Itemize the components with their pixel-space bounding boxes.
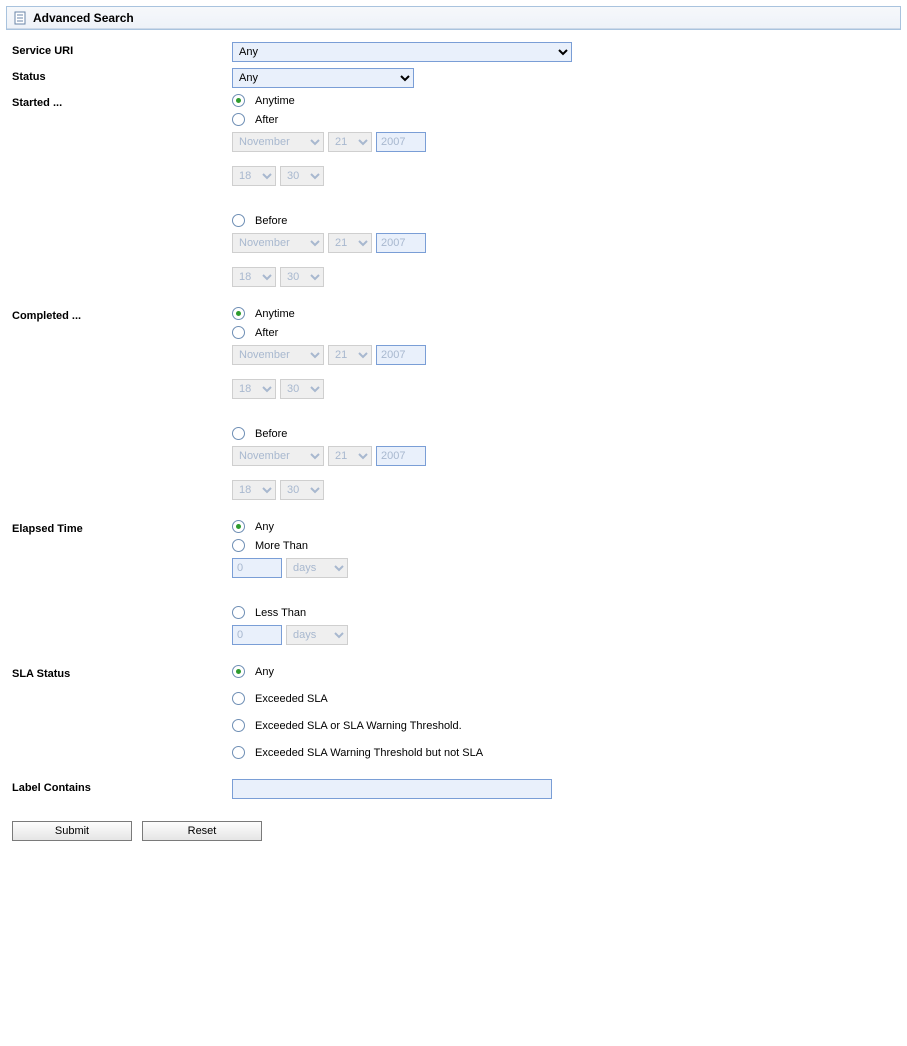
- started-after-hour[interactable]: 18: [232, 166, 276, 186]
- completed-before-label: Before: [255, 428, 287, 440]
- label-status: Status: [12, 68, 232, 83]
- completed-after-hour[interactable]: 18: [232, 379, 276, 399]
- started-after-month[interactable]: November: [232, 132, 324, 152]
- elapsed-more-unit[interactable]: days: [286, 558, 348, 578]
- sla-any-radio[interactable]: [232, 665, 245, 678]
- started-after-radio[interactable]: [232, 113, 245, 126]
- elapsed-less-radio[interactable]: [232, 606, 245, 619]
- sla-warn-not-sla-radio[interactable]: [232, 746, 245, 759]
- label-contains-input[interactable]: [232, 779, 552, 799]
- completed-before-minute[interactable]: 30: [280, 480, 324, 500]
- label-elapsed: Elapsed Time: [12, 520, 232, 535]
- label-started: Started ...: [12, 94, 232, 109]
- completed-before-radio[interactable]: [232, 427, 245, 440]
- completed-after-month[interactable]: November: [232, 345, 324, 365]
- completed-after-label: After: [255, 327, 278, 339]
- panel-header: Advanced Search: [7, 7, 900, 29]
- completed-before-hour[interactable]: 18: [232, 480, 276, 500]
- sla-warn-not-sla-label: Exceeded SLA Warning Threshold but not S…: [255, 747, 483, 759]
- started-after-minute[interactable]: 30: [280, 166, 324, 186]
- completed-before-month[interactable]: November: [232, 446, 324, 466]
- elapsed-less-unit[interactable]: days: [286, 625, 348, 645]
- started-before-day[interactable]: 21: [328, 233, 372, 253]
- elapsed-any-radio[interactable]: [232, 520, 245, 533]
- completed-before-day[interactable]: 21: [328, 446, 372, 466]
- started-after-label: After: [255, 114, 278, 126]
- started-before-year[interactable]: [376, 233, 426, 253]
- elapsed-more-label: More Than: [255, 540, 308, 552]
- elapsed-any-label: Any: [255, 521, 274, 533]
- started-anytime-radio[interactable]: [232, 94, 245, 107]
- label-completed: Completed ...: [12, 307, 232, 322]
- elapsed-less-label: Less Than: [255, 607, 306, 619]
- search-form-icon: [13, 11, 27, 25]
- advanced-search-panel: Advanced Search: [6, 6, 901, 30]
- label-label-contains: Label Contains: [12, 779, 232, 794]
- elapsed-more-radio[interactable]: [232, 539, 245, 552]
- completed-after-radio[interactable]: [232, 326, 245, 339]
- reset-button[interactable]: Reset: [142, 821, 262, 841]
- submit-button[interactable]: Submit: [12, 821, 132, 841]
- panel-title: Advanced Search: [33, 11, 134, 25]
- started-before-minute[interactable]: 30: [280, 267, 324, 287]
- elapsed-less-value[interactable]: [232, 625, 282, 645]
- started-after-day[interactable]: 21: [328, 132, 372, 152]
- sla-exceeded-label: Exceeded SLA: [255, 693, 328, 705]
- completed-after-day[interactable]: 21: [328, 345, 372, 365]
- elapsed-more-value[interactable]: [232, 558, 282, 578]
- sla-exceeded-radio[interactable]: [232, 692, 245, 705]
- started-before-hour[interactable]: 18: [232, 267, 276, 287]
- started-before-radio[interactable]: [232, 214, 245, 227]
- started-anytime-label: Anytime: [255, 95, 295, 107]
- search-form: Service URI Any Status Any Started ... A…: [6, 30, 901, 845]
- completed-anytime-radio[interactable]: [232, 307, 245, 320]
- sla-exceeded-or-warn-label: Exceeded SLA or SLA Warning Threshold.: [255, 720, 462, 732]
- status-select[interactable]: Any: [232, 68, 414, 88]
- started-before-label: Before: [255, 215, 287, 227]
- label-sla: SLA Status: [12, 665, 232, 680]
- completed-anytime-label: Anytime: [255, 308, 295, 320]
- service-uri-select[interactable]: Any: [232, 42, 572, 62]
- completed-after-year[interactable]: [376, 345, 426, 365]
- label-service-uri: Service URI: [12, 42, 232, 57]
- completed-after-minute[interactable]: 30: [280, 379, 324, 399]
- started-before-month[interactable]: November: [232, 233, 324, 253]
- completed-before-year[interactable]: [376, 446, 426, 466]
- started-after-year[interactable]: [376, 132, 426, 152]
- sla-exceeded-or-warn-radio[interactable]: [232, 719, 245, 732]
- sla-any-label: Any: [255, 666, 274, 678]
